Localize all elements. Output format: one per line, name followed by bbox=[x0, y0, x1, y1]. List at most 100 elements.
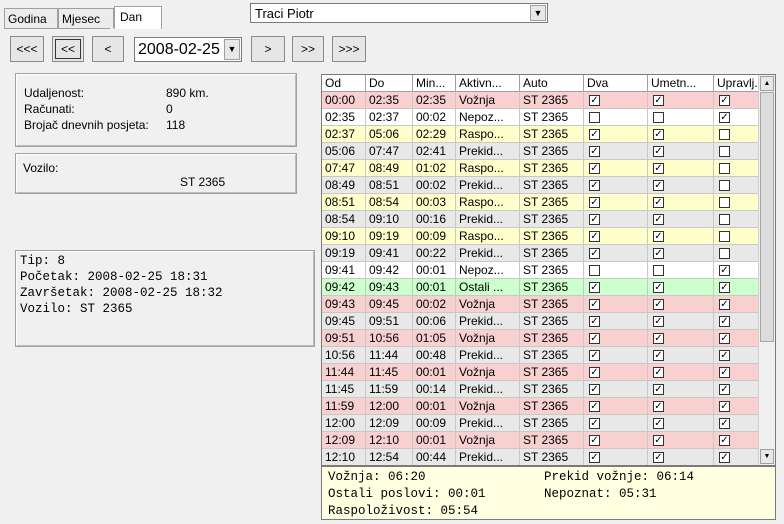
checkbox-umet[interactable]: ✓ bbox=[653, 384, 664, 395]
checkbox-dva[interactable]: ✓ bbox=[589, 197, 600, 208]
checkbox-umet[interactable]: ✓ bbox=[653, 299, 664, 310]
column-header[interactable]: Umetn... bbox=[648, 75, 714, 92]
checkbox-upr[interactable] bbox=[719, 129, 730, 140]
table-row[interactable]: 09:19 09:41 00:22 Prekid... ST 2365 ✓ ✓ bbox=[322, 245, 759, 262]
checkbox-umet[interactable]: ✓ bbox=[653, 248, 664, 259]
checkbox-upr[interactable] bbox=[719, 231, 730, 242]
checkbox-umet[interactable]: ✓ bbox=[653, 231, 664, 242]
checkbox-upr[interactable] bbox=[719, 146, 730, 157]
first-button[interactable]: <<< bbox=[10, 36, 44, 62]
table-row[interactable]: 02:37 05:06 02:29 Raspo... ST 2365 ✓ ✓ bbox=[322, 126, 759, 143]
checkbox-dva[interactable]: ✓ bbox=[589, 435, 600, 446]
checkbox-umet[interactable]: ✓ bbox=[653, 163, 664, 174]
checkbox-dva[interactable]: ✓ bbox=[589, 452, 600, 463]
checkbox-dva[interactable]: ✓ bbox=[589, 146, 600, 157]
checkbox-dva[interactable]: ✓ bbox=[589, 418, 600, 429]
table-row[interactable]: 11:45 11:59 00:14 Prekid... ST 2365 ✓ ✓ ✓ bbox=[322, 381, 759, 398]
checkbox-umet[interactable]: ✓ bbox=[653, 180, 664, 191]
chevron-down-icon[interactable]: ▼ bbox=[530, 5, 546, 21]
checkbox-umet[interactable]: ✓ bbox=[653, 435, 664, 446]
checkbox-upr[interactable]: ✓ bbox=[719, 350, 730, 361]
checkbox-dva[interactable]: ✓ bbox=[589, 248, 600, 259]
tab-dan[interactable]: Dan bbox=[114, 6, 162, 29]
checkbox-upr[interactable] bbox=[719, 248, 730, 259]
column-header[interactable]: Min... bbox=[413, 75, 456, 92]
checkbox-upr[interactable]: ✓ bbox=[719, 401, 730, 412]
table-row[interactable]: 09:51 10:56 01:05 Vožnja ST 2365 ✓ ✓ ✓ bbox=[322, 330, 759, 347]
checkbox-upr[interactable]: ✓ bbox=[719, 367, 730, 378]
checkbox-dva[interactable]: ✓ bbox=[589, 316, 600, 327]
checkbox-dva[interactable]: ✓ bbox=[589, 350, 600, 361]
next-week-button[interactable]: >> bbox=[292, 36, 324, 62]
table-row[interactable]: 11:59 12:00 00:01 Vožnja ST 2365 ✓ ✓ ✓ bbox=[322, 398, 759, 415]
checkbox-dva[interactable] bbox=[589, 265, 600, 276]
checkbox-umet[interactable] bbox=[653, 265, 664, 276]
column-header[interactable]: Aktivn... bbox=[456, 75, 520, 92]
table-row[interactable]: 10:56 11:44 00:48 Prekid... ST 2365 ✓ ✓ ✓ bbox=[322, 347, 759, 364]
checkbox-upr[interactable]: ✓ bbox=[719, 418, 730, 429]
table-row[interactable]: 09:10 09:19 00:09 Raspo... ST 2365 ✓ ✓ bbox=[322, 228, 759, 245]
table-row[interactable]: 00:00 02:35 02:35 Vožnja ST 2365 ✓ ✓ ✓ bbox=[322, 92, 759, 109]
checkbox-upr[interactable] bbox=[719, 180, 730, 191]
checkbox-upr[interactable] bbox=[719, 163, 730, 174]
checkbox-umet[interactable]: ✓ bbox=[653, 129, 664, 140]
checkbox-umet[interactable]: ✓ bbox=[653, 197, 664, 208]
last-button[interactable]: >>> bbox=[332, 36, 366, 62]
checkbox-umet[interactable]: ✓ bbox=[653, 333, 664, 344]
checkbox-upr[interactable]: ✓ bbox=[719, 452, 730, 463]
scroll-thumb[interactable] bbox=[760, 92, 774, 342]
checkbox-upr[interactable]: ✓ bbox=[719, 265, 730, 276]
table-row[interactable]: 11:44 11:45 00:01 Vožnja ST 2365 ✓ ✓ ✓ bbox=[322, 364, 759, 381]
checkbox-dva[interactable]: ✓ bbox=[589, 401, 600, 412]
next-day-button[interactable]: > bbox=[251, 36, 285, 62]
vertical-scrollbar[interactable]: ▲ ▼ bbox=[758, 75, 775, 465]
checkbox-dva[interactable]: ✓ bbox=[589, 282, 600, 293]
checkbox-umet[interactable]: ✓ bbox=[653, 95, 664, 106]
checkbox-upr[interactable]: ✓ bbox=[719, 282, 730, 293]
checkbox-dva[interactable]: ✓ bbox=[589, 129, 600, 140]
checkbox-upr[interactable] bbox=[719, 214, 730, 225]
checkbox-upr[interactable]: ✓ bbox=[719, 333, 730, 344]
scroll-down-icon[interactable]: ▼ bbox=[760, 449, 774, 464]
checkbox-dva[interactable]: ✓ bbox=[589, 95, 600, 106]
checkbox-umet[interactable] bbox=[653, 112, 664, 123]
checkbox-dva[interactable]: ✓ bbox=[589, 367, 600, 378]
table-row[interactable]: 12:09 12:10 00:01 Vožnja ST 2365 ✓ ✓ ✓ bbox=[322, 432, 759, 449]
checkbox-upr[interactable]: ✓ bbox=[719, 299, 730, 310]
checkbox-dva[interactable]: ✓ bbox=[589, 214, 600, 225]
checkbox-dva[interactable]: ✓ bbox=[589, 180, 600, 191]
prev-week-button[interactable]: << bbox=[52, 36, 84, 62]
scroll-up-icon[interactable]: ▲ bbox=[760, 76, 774, 91]
table-row[interactable]: 08:49 08:51 00:02 Prekid... ST 2365 ✓ ✓ bbox=[322, 177, 759, 194]
prev-day-button[interactable]: < bbox=[92, 36, 124, 62]
table-row[interactable]: 08:51 08:54 00:03 Raspo... ST 2365 ✓ ✓ bbox=[322, 194, 759, 211]
checkbox-dva[interactable]: ✓ bbox=[589, 231, 600, 242]
checkbox-umet[interactable]: ✓ bbox=[653, 418, 664, 429]
column-header[interactable]: Dva bbox=[584, 75, 648, 92]
checkbox-umet[interactable]: ✓ bbox=[653, 452, 664, 463]
checkbox-upr[interactable]: ✓ bbox=[719, 112, 730, 123]
column-header[interactable]: Auto bbox=[520, 75, 584, 92]
checkbox-umet[interactable]: ✓ bbox=[653, 282, 664, 293]
chevron-down-icon[interactable]: ▼ bbox=[224, 39, 240, 60]
column-header[interactable]: Od bbox=[322, 75, 366, 92]
table-row[interactable]: 09:41 09:42 00:01 Nepoz... ST 2365 ✓ bbox=[322, 262, 759, 279]
activity-table[interactable]: Od Do Min... Aktivn... Auto Dva Umetn... Upravl… bbox=[321, 74, 776, 466]
column-header[interactable]: Do bbox=[366, 75, 413, 92]
checkbox-upr[interactable]: ✓ bbox=[719, 384, 730, 395]
table-row[interactable]: 12:00 12:09 00:09 Prekid... ST 2365 ✓ ✓ ✓ bbox=[322, 415, 759, 432]
driver-select[interactable]: Traci Piotr ▼ bbox=[250, 3, 548, 23]
column-header[interactable]: Upravlj... bbox=[714, 75, 759, 92]
table-row[interactable]: 05:06 07:47 02:41 Prekid... ST 2365 ✓ ✓ bbox=[322, 143, 759, 160]
tab-mjesec[interactable]: Mjesec bbox=[58, 8, 114, 28]
checkbox-dva[interactable]: ✓ bbox=[589, 333, 600, 344]
table-row[interactable]: 07:47 08:49 01:02 Raspo... ST 2365 ✓ ✓ bbox=[322, 160, 759, 177]
tab-godina[interactable]: Godina bbox=[4, 8, 58, 28]
checkbox-upr[interactable]: ✓ bbox=[719, 316, 730, 327]
table-row[interactable]: 02:35 02:37 00:02 Nepoz... ST 2365 ✓ bbox=[322, 109, 759, 126]
checkbox-upr[interactable]: ✓ bbox=[719, 435, 730, 446]
table-row[interactable]: 09:45 09:51 00:06 Prekid... ST 2365 ✓ ✓ ✓ bbox=[322, 313, 759, 330]
checkbox-dva[interactable] bbox=[589, 112, 600, 123]
table-row[interactable]: 09:43 09:45 00:02 Vožnja ST 2365 ✓ ✓ ✓ bbox=[322, 296, 759, 313]
date-picker[interactable]: 2008-02-25 ▼ bbox=[134, 37, 242, 62]
